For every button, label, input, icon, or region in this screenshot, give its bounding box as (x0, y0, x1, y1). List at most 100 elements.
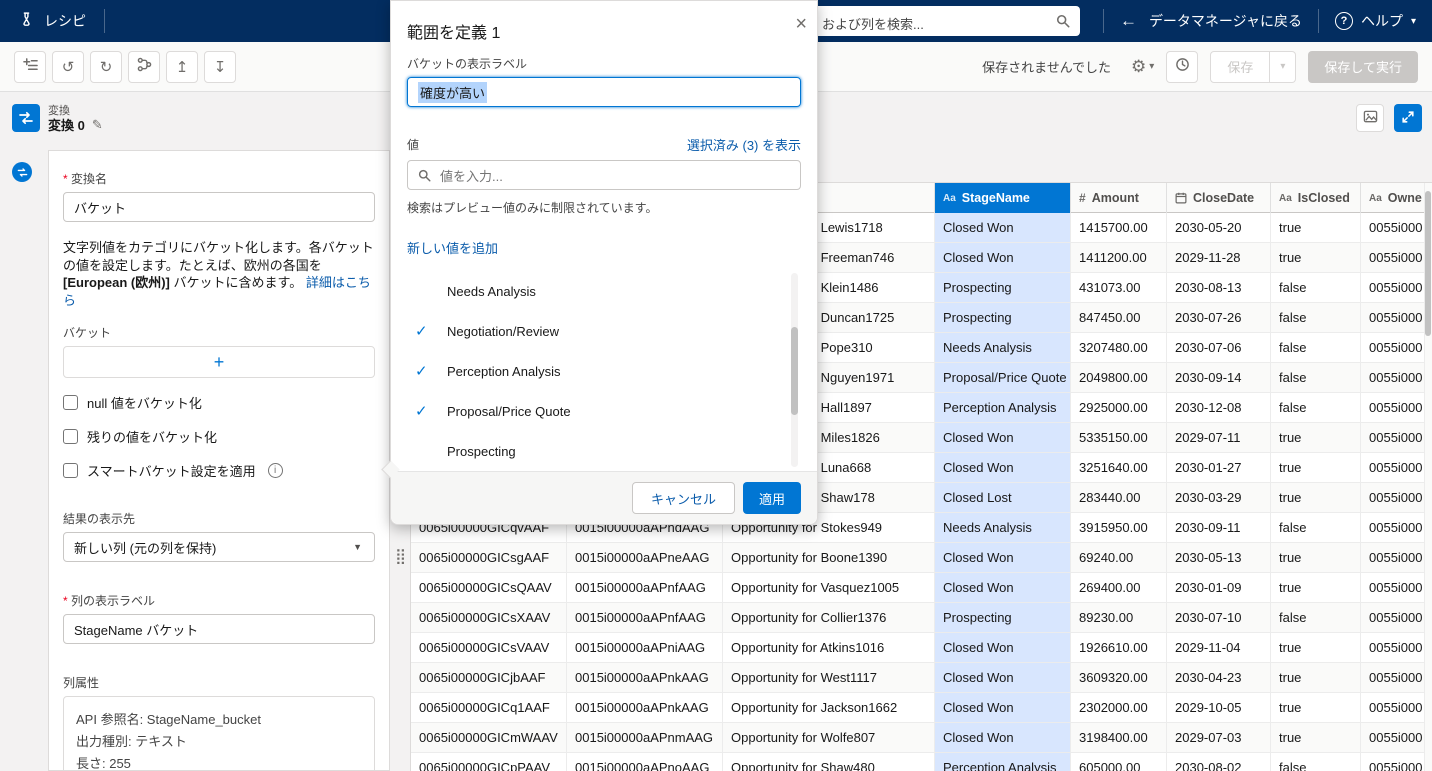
value-option[interactable]: ✓ Negotiation/Review (391, 311, 817, 351)
table-cell[interactable]: false (1271, 603, 1361, 633)
table-cell[interactable]: Closed Won (935, 663, 1071, 693)
table-cell[interactable]: 0055i000 (1361, 453, 1432, 483)
panel-resize-handle[interactable]: ⣿ (395, 547, 406, 565)
scrollbar-thumb[interactable] (791, 327, 798, 415)
save-dropdown-button[interactable]: ▾ (1270, 50, 1297, 83)
table-cell[interactable]: Closed Lost (935, 483, 1071, 513)
table-cell[interactable]: true (1271, 483, 1361, 513)
table-cell[interactable]: Needs Analysis (935, 333, 1071, 363)
table-cell[interactable]: false (1271, 753, 1361, 771)
table-cell[interactable]: 0055i000 (1361, 633, 1432, 663)
settings-menu-button[interactable]: ⚙ ▾ (1131, 57, 1154, 77)
table-cell[interactable]: 283440.00 (1071, 483, 1167, 513)
undo-button[interactable]: ↺ (52, 50, 84, 83)
table-cell[interactable]: 0065i00000GICq1AAF (411, 693, 567, 723)
table-cell[interactable]: 3915950.00 (1071, 513, 1167, 543)
table-cell[interactable]: 2030-05-13 (1167, 543, 1271, 573)
table-cell[interactable]: Closed Won (935, 453, 1071, 483)
table-cell[interactable]: false (1271, 363, 1361, 393)
table-cell[interactable]: 2030-07-26 (1167, 303, 1271, 333)
table-cell[interactable]: 2029-11-28 (1167, 243, 1271, 273)
table-cell[interactable]: 2302000.00 (1071, 693, 1167, 723)
value-option[interactable]: ✓ Proposal/Price Quote (391, 391, 817, 431)
table-cell[interactable]: 69240.00 (1071, 543, 1167, 573)
table-cell[interactable]: true (1271, 243, 1361, 273)
table-cell[interactable]: 0055i000 (1361, 243, 1432, 273)
table-cell[interactable]: 431073.00 (1071, 273, 1167, 303)
value-option[interactable]: Prospecting (391, 431, 817, 471)
table-cell[interactable]: 2030-08-02 (1167, 753, 1271, 771)
table-cell[interactable]: Perception Analysis (935, 753, 1071, 771)
transform-node-icon[interactable] (12, 104, 40, 132)
table-cell[interactable]: 0055i000 (1361, 333, 1432, 363)
table-cell[interactable]: 2030-05-20 (1167, 213, 1271, 243)
table-cell[interactable]: true (1271, 213, 1361, 243)
table-cell[interactable]: 0065i00000GICsgAAF (411, 543, 567, 573)
add-bucket-button[interactable]: + (63, 346, 375, 379)
cancel-button[interactable]: キャンセル (631, 482, 735, 514)
run-history-button[interactable] (1166, 50, 1199, 83)
table-cell[interactable]: 2029-11-04 (1167, 633, 1271, 663)
table-cell[interactable]: 0055i000 (1361, 663, 1432, 693)
info-icon[interactable]: i (267, 463, 283, 479)
table-cell[interactable]: 0065i00000GICpPAAV (411, 753, 567, 771)
table-cell[interactable]: 0015i00000aAPnkAAG (567, 663, 723, 693)
table-cell[interactable]: 1411200.00 (1071, 243, 1167, 273)
table-cell[interactable]: 0015i00000aAPniAAG (567, 633, 723, 663)
table-cell[interactable]: 0055i000 (1361, 483, 1432, 513)
save-and-run-button[interactable]: 保存して実行 (1308, 50, 1418, 83)
table-cell[interactable]: 2030-09-14 (1167, 363, 1271, 393)
node-badge-icon[interactable] (12, 162, 32, 182)
table-cell[interactable]: 0065i00000GICjbAAF (411, 663, 567, 693)
table-cell[interactable]: 0055i000 (1361, 513, 1432, 543)
table-cell[interactable]: false (1271, 273, 1361, 303)
table-cell[interactable]: Prospecting (935, 273, 1071, 303)
table-cell[interactable]: Closed Won (935, 633, 1071, 663)
save-button[interactable]: 保存 (1210, 50, 1271, 83)
table-cell[interactable]: Closed Won (935, 213, 1071, 243)
redo-button[interactable]: ↻ (90, 50, 122, 83)
column-header-StageName[interactable]: Aa StageName (935, 183, 1071, 213)
add-new-value-link[interactable]: 新しい値を追加 (407, 238, 801, 257)
table-cell[interactable]: 2030-12-08 (1167, 393, 1271, 423)
table-cell[interactable]: 269400.00 (1071, 573, 1167, 603)
table-cell[interactable]: 0055i000 (1361, 723, 1432, 753)
table-cell[interactable]: 0055i000 (1361, 693, 1432, 723)
table-cell[interactable]: false (1271, 393, 1361, 423)
table-cell[interactable]: 0055i000 (1361, 543, 1432, 573)
table-cell[interactable]: 0065i00000GICsQAAV (411, 573, 567, 603)
table-cell[interactable]: 0055i000 (1361, 363, 1432, 393)
table-cell[interactable]: 0055i000 (1361, 273, 1432, 303)
bucket-label-input[interactable]: 確度が高い (407, 77, 801, 107)
table-cell[interactable]: true (1271, 423, 1361, 453)
edit-pencil-icon[interactable]: ✎ (92, 117, 103, 133)
add-node-button[interactable] (14, 50, 46, 83)
table-cell[interactable]: false (1271, 303, 1361, 333)
table-cell[interactable]: true (1271, 723, 1361, 753)
table-cell[interactable]: 847450.00 (1071, 303, 1167, 333)
table-cell[interactable]: Opportunity for Shaw480 (723, 753, 935, 771)
table-cell[interactable]: 2029-07-03 (1167, 723, 1271, 753)
show-selected-link[interactable]: 選択済み (3) を表示 (687, 135, 801, 154)
table-cell[interactable]: 2049800.00 (1071, 363, 1167, 393)
table-cell[interactable]: 3251640.00 (1071, 453, 1167, 483)
table-cell[interactable]: false (1271, 513, 1361, 543)
transform-name-input[interactable]: バケット (63, 192, 375, 222)
table-cell[interactable]: 1415700.00 (1071, 213, 1167, 243)
table-cell[interactable]: 2030-04-23 (1167, 663, 1271, 693)
back-to-data-manager-button[interactable]: ← データマネージャに戻る (1120, 11, 1302, 31)
table-cell[interactable]: 0055i000 (1361, 753, 1432, 771)
table-cell[interactable]: 1926610.00 (1071, 633, 1167, 663)
table-cell[interactable]: Prospecting (935, 303, 1071, 333)
column-header-CloseDate[interactable]: CloseDate (1167, 183, 1271, 213)
table-cell[interactable]: 5335150.00 (1071, 423, 1167, 453)
column-label-input[interactable]: StageName バケット (63, 614, 375, 645)
table-cell[interactable]: 0065i00000GICsVAAV (411, 633, 567, 663)
table-cell[interactable]: Opportunity for Atkins1016 (723, 633, 935, 663)
table-cell[interactable]: Closed Won (935, 423, 1071, 453)
table-cell[interactable]: 2925000.00 (1071, 393, 1167, 423)
table-cell[interactable]: Opportunity for West1117 (723, 663, 935, 693)
table-cell[interactable]: true (1271, 633, 1361, 663)
close-icon[interactable]: × (795, 14, 807, 34)
table-cell[interactable]: 0055i000 (1361, 393, 1432, 423)
